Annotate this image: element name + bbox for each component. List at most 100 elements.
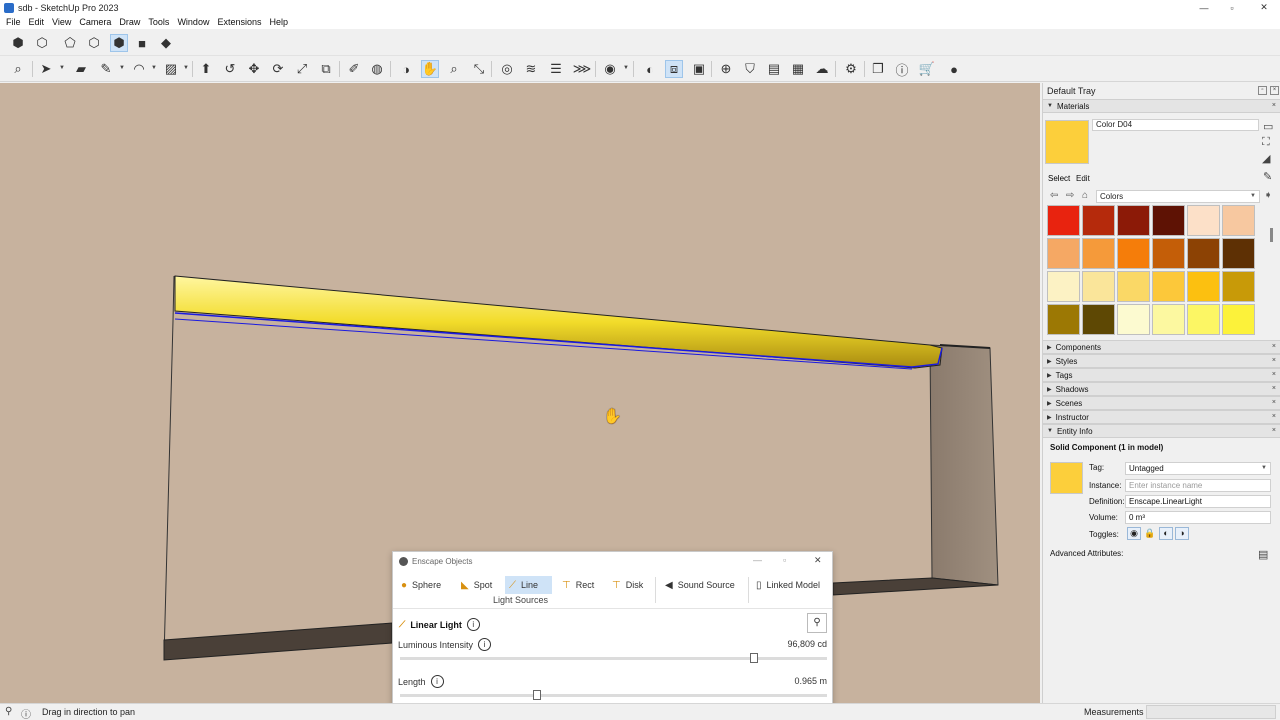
pencil-icon[interactable]: ✎ bbox=[97, 60, 115, 78]
material-swatch[interactable] bbox=[1082, 205, 1115, 236]
dialog-maximize-icon[interactable]: ▫ bbox=[783, 555, 786, 565]
layers-icon[interactable]: ≋ bbox=[522, 60, 540, 78]
panel-header-tags[interactable]: ▶ Tags × bbox=[1043, 368, 1280, 382]
material-swatch[interactable] bbox=[1152, 271, 1185, 302]
material-swatch[interactable] bbox=[1047, 205, 1080, 236]
pan-icon[interactable]: ✋ bbox=[421, 60, 439, 78]
material-swatch[interactable] bbox=[1117, 205, 1150, 236]
panel-header-styles[interactable]: ▶ Styles × bbox=[1043, 354, 1280, 368]
geo-location-icon[interactable]: ⚲ bbox=[5, 706, 12, 717]
default-material-icon[interactable]: ◢ bbox=[1262, 152, 1270, 165]
menu-help[interactable]: Help bbox=[265, 17, 292, 27]
panel-header-scenes[interactable]: ▶ Scenes × bbox=[1043, 396, 1280, 410]
menu-edit[interactable]: Edit bbox=[25, 17, 49, 27]
material-swatch[interactable] bbox=[1152, 304, 1185, 335]
material-swatch[interactable] bbox=[1047, 304, 1080, 335]
tab-disk[interactable]: ⊤ Disk bbox=[608, 576, 647, 594]
material-name-field[interactable]: Color D04 bbox=[1092, 119, 1259, 131]
entity-info-panel-header[interactable]: ▼ Entity Info × bbox=[1043, 424, 1280, 438]
target-icon[interactable]: ◎ bbox=[498, 60, 516, 78]
back-arrow-icon[interactable]: ⇦ bbox=[1050, 190, 1058, 201]
materials-panel-header[interactable]: ▼ Materials × bbox=[1043, 99, 1280, 113]
zoom-icon[interactable]: ⌕ bbox=[445, 60, 463, 78]
forward-arrow-icon[interactable]: ⇨ bbox=[1066, 190, 1074, 201]
cloud-upload-icon[interactable]: ☁ bbox=[813, 60, 831, 78]
material-swatch[interactable] bbox=[1047, 271, 1080, 302]
panel-close-icon[interactable]: × bbox=[1272, 413, 1276, 420]
left-view-icon[interactable]: ■ bbox=[133, 34, 151, 52]
home-icon[interactable]: ⌂ bbox=[1082, 190, 1088, 201]
shield-icon[interactable]: ⛉ bbox=[741, 60, 759, 78]
tape-measure-icon[interactable]: ✐ bbox=[345, 60, 363, 78]
material-swatch[interactable] bbox=[1187, 238, 1220, 269]
info-icon[interactable]: ⓘ bbox=[893, 60, 911, 78]
enscape-sync-icon[interactable]: ⧈ bbox=[665, 60, 683, 78]
visibility-toggle-eye-icon[interactable]: ◉ bbox=[1127, 527, 1141, 540]
swatch-scrollbar[interactable] bbox=[1270, 228, 1273, 242]
lock-toggle-icon[interactable]: 🔒 bbox=[1143, 527, 1157, 540]
material-swatch[interactable] bbox=[1222, 304, 1255, 335]
info-icon[interactable]: i bbox=[430, 675, 444, 688]
iso-view-icon[interactable]: ⬢ bbox=[9, 34, 27, 52]
zoom-extents-icon[interactable]: ⤡ bbox=[470, 60, 488, 78]
menu-extensions[interactable]: Extensions bbox=[213, 17, 265, 27]
menu-draw[interactable]: Draw bbox=[115, 17, 144, 27]
panel-close-icon[interactable]: × bbox=[1272, 385, 1276, 392]
menu-tools[interactable]: Tools bbox=[144, 17, 173, 27]
info-icon[interactable]: i bbox=[466, 618, 480, 631]
orbit-icon[interactable]: ◑ bbox=[397, 60, 415, 78]
material-swatch[interactable] bbox=[1117, 238, 1150, 269]
status-info-icon[interactable]: ⓘ bbox=[21, 706, 31, 720]
stack-icon[interactable]: ☰ bbox=[547, 60, 565, 78]
panel-close-icon[interactable]: × bbox=[1272, 371, 1276, 378]
maximize-button[interactable]: ▫ bbox=[1216, 0, 1248, 15]
enscape-views-icon[interactable]: ▣ bbox=[690, 60, 708, 78]
tray-close-icon[interactable]: × bbox=[1270, 86, 1279, 95]
menu-window[interactable]: Window bbox=[173, 17, 213, 27]
follow-me-icon[interactable]: ↺ bbox=[221, 60, 239, 78]
offset-icon[interactable]: ⧉ bbox=[317, 60, 335, 78]
tag-select[interactable]: Untagged ▼ bbox=[1125, 462, 1271, 475]
tab-select[interactable]: Select bbox=[1048, 174, 1070, 183]
material-swatch[interactable] bbox=[1152, 205, 1185, 236]
material-swatch[interactable] bbox=[1082, 238, 1115, 269]
panel-close-icon[interactable]: × bbox=[1272, 427, 1276, 434]
bottom-view-icon[interactable]: ◆ bbox=[157, 34, 175, 52]
material-swatch[interactable] bbox=[1222, 271, 1255, 302]
user-account-icon[interactable]: ◉ bbox=[601, 60, 619, 78]
move-icon[interactable]: ✥ bbox=[245, 60, 263, 78]
back-view-icon[interactable]: ⬢ bbox=[110, 34, 128, 52]
tab-sound-source[interactable]: ◀ Sound Source bbox=[661, 576, 739, 594]
panel-close-icon[interactable]: × bbox=[1272, 399, 1276, 406]
info-icon[interactable]: i bbox=[478, 638, 492, 651]
material-swatch[interactable] bbox=[1222, 238, 1255, 269]
sandbox-icon[interactable]: ⋙ bbox=[573, 60, 592, 78]
material-swatch[interactable] bbox=[1082, 304, 1115, 335]
eraser-icon[interactable]: ▰ bbox=[72, 60, 90, 78]
eyedropper-icon[interactable]: ✎ bbox=[1263, 170, 1272, 183]
material-swatch[interactable] bbox=[1117, 271, 1150, 302]
material-library-icon[interactable]: ▤ bbox=[765, 60, 783, 78]
place-light-button[interactable]: ⚲ bbox=[807, 613, 827, 633]
material-swatch[interactable] bbox=[1222, 205, 1255, 236]
menu-file[interactable]: File bbox=[2, 17, 25, 27]
material-swatch[interactable] bbox=[1152, 238, 1185, 269]
paint-bucket-icon[interactable]: ◍ bbox=[368, 60, 386, 78]
tab-edit[interactable]: Edit bbox=[1076, 174, 1090, 183]
search-icon[interactable]: ⌕ bbox=[9, 60, 27, 78]
profile-icon[interactable]: ● bbox=[945, 60, 963, 78]
menu-camera[interactable]: Camera bbox=[75, 17, 115, 27]
close-button[interactable]: ✕ bbox=[1248, 0, 1280, 15]
luminous-intensity-slider-handle[interactable] bbox=[750, 653, 759, 663]
tab-linked-model[interactable]: ▯ Linked Model bbox=[752, 576, 824, 594]
material-swatch[interactable] bbox=[1047, 238, 1080, 269]
panel-header-components[interactable]: ▶ Components × bbox=[1043, 340, 1280, 354]
dialog-close-icon[interactable]: ✕ bbox=[814, 555, 822, 566]
rotate-icon[interactable]: ⟳ bbox=[269, 60, 287, 78]
current-material-swatch[interactable] bbox=[1045, 120, 1089, 164]
panel-close-icon[interactable]: × bbox=[1272, 102, 1276, 109]
chevron-down-icon[interactable]: ▼ bbox=[59, 65, 65, 71]
create-material-icon[interactable]: ▭ bbox=[1263, 120, 1273, 133]
right-view-icon[interactable]: ⬡ bbox=[85, 34, 103, 52]
push-pull-icon[interactable]: ⬆ bbox=[197, 60, 215, 78]
